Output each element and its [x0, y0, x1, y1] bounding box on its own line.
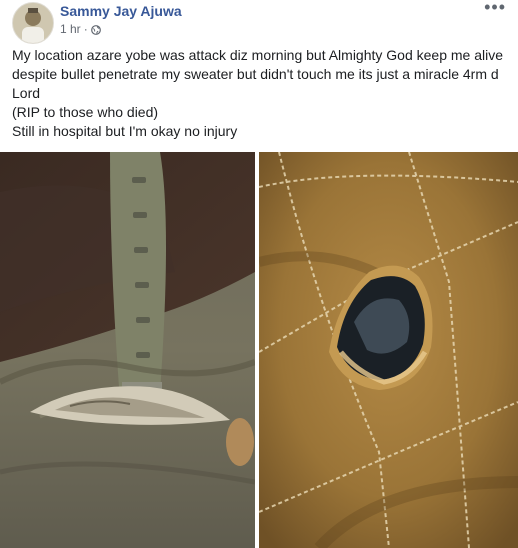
facebook-post: Sammy Jay Ajuwa 1 hr · ••• My location a…: [0, 0, 518, 548]
post-text-line: (RIP to those who died): [12, 104, 159, 120]
post-text-line: My location azare yobe was attack diz mo…: [12, 47, 504, 101]
post-meta: 1 hr ·: [60, 22, 101, 36]
post-text-line: Still in hospital but I'm okay no injury: [12, 123, 238, 139]
photo-grid: [0, 152, 518, 548]
post-timestamp[interactable]: 1 hr: [60, 22, 81, 36]
author-avatar[interactable]: [12, 2, 54, 44]
globe-icon: [90, 24, 101, 35]
photo-jacket-bullet-hole[interactable]: [259, 152, 518, 548]
photo-arm-torn-fabric[interactable]: [0, 152, 255, 548]
more-options-icon[interactable]: •••: [484, 0, 506, 16]
author-name[interactable]: Sammy Jay Ajuwa: [60, 3, 182, 19]
post-text: My location azare yobe was attack diz mo…: [12, 46, 506, 141]
meta-separator: ·: [83, 22, 88, 36]
